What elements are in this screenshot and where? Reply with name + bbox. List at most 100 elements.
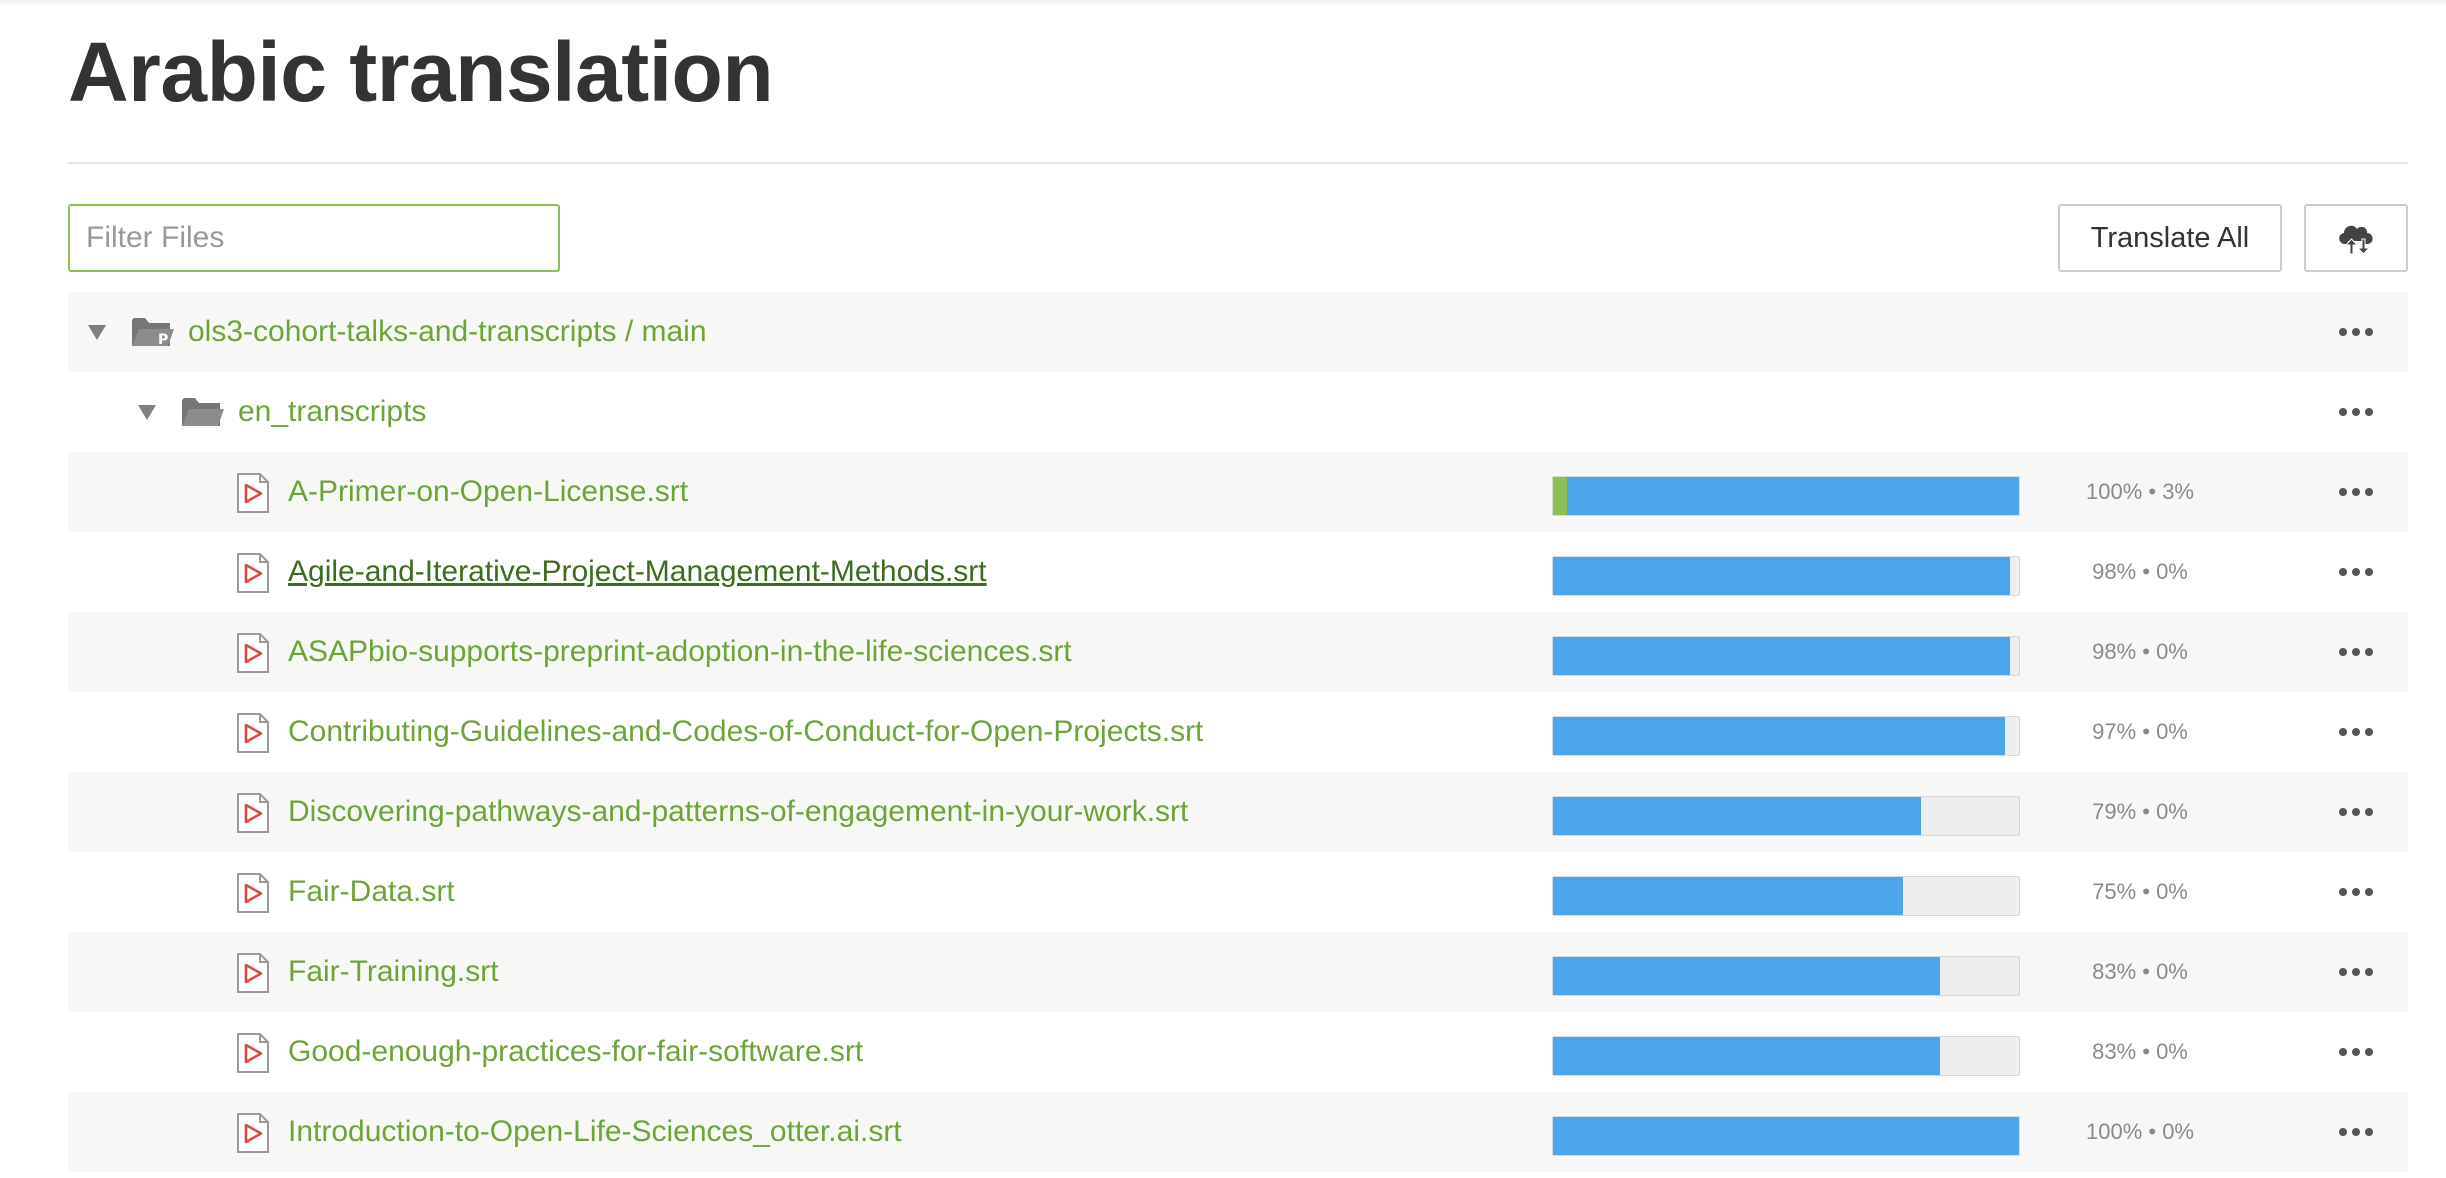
file-menu-button[interactable]	[2328, 452, 2384, 532]
file-row[interactable]: Introduction-to-Open-Life-Sciences_otter…	[68, 1092, 2408, 1172]
translation-progress-bar	[1552, 876, 2020, 916]
translation-progress-bar	[1552, 1116, 2020, 1156]
translated-progress-fill	[1553, 957, 1940, 995]
folder-open-icon	[182, 398, 224, 426]
more-dot-icon	[2365, 648, 2373, 656]
video-file-icon	[237, 1033, 269, 1073]
progress-stats: 100% • 0%	[2086, 1119, 2194, 1144]
more-dot-icon	[2339, 328, 2347, 336]
more-dot-icon	[2339, 888, 2347, 896]
file-name-link[interactable]: Fair-Training.srt	[288, 932, 499, 1012]
video-file-icon	[237, 633, 269, 673]
file-name-link[interactable]: ASAPbio-supports-preprint-adoption-in-th…	[288, 612, 1072, 692]
file-name-link[interactable]: Agile-and-Iterative-Project-Management-M…	[288, 532, 987, 612]
project-menu-button[interactable]	[2328, 292, 2384, 372]
file-row[interactable]: Discovering-pathways-and-patterns-of-eng…	[68, 772, 2408, 852]
translation-progress-bar	[1552, 1036, 2020, 1076]
file-row[interactable]: Agile-and-Iterative-Project-Management-M…	[68, 532, 2408, 612]
more-dot-icon	[2365, 328, 2373, 336]
collapse-toggle-icon[interactable]	[88, 325, 106, 340]
progress-stats: 98% • 0%	[2092, 559, 2188, 584]
more-dot-icon	[2365, 808, 2373, 816]
file-menu-button[interactable]	[2328, 692, 2384, 772]
translated-progress-fill	[1553, 1037, 1940, 1075]
more-dot-icon	[2352, 1048, 2360, 1056]
page-title: Arabic translation	[68, 25, 774, 119]
more-dot-icon	[2365, 1128, 2373, 1136]
file-name-link[interactable]: Introduction-to-Open-Life-Sciences_otter…	[288, 1092, 902, 1172]
top-shadow	[0, 0, 2446, 6]
project-name-link[interactable]: ols3-cohort-talks-and-transcripts / main	[188, 292, 707, 372]
translation-progress-bar	[1552, 636, 2020, 676]
file-tree: P ols3-cohort-talks-and-transcripts / ma…	[68, 292, 2408, 1172]
more-dot-icon	[2365, 408, 2373, 416]
file-menu-button[interactable]	[2328, 932, 2384, 1012]
more-dot-icon	[2339, 488, 2347, 496]
more-dot-icon	[2365, 488, 2373, 496]
file-name-link[interactable]: Contributing-Guidelines-and-Codes-of-Con…	[288, 692, 1203, 772]
file-row[interactable]: Good-enough-practices-for-fair-software.…	[68, 1012, 2408, 1092]
progress-stats: 79% • 0%	[2092, 799, 2188, 824]
progress-stats: 75% • 0%	[2092, 879, 2188, 904]
cloud-upload-download-icon	[2339, 225, 2373, 255]
file-name-link[interactable]: Good-enough-practices-for-fair-software.…	[288, 1012, 863, 1092]
file-row[interactable]: ASAPbio-supports-preprint-adoption-in-th…	[68, 612, 2408, 692]
more-dot-icon	[2352, 888, 2360, 896]
video-file-icon	[237, 793, 269, 833]
translated-progress-fill	[1553, 797, 1922, 835]
translated-progress-fill	[1553, 1117, 2019, 1155]
translated-progress-fill	[1553, 477, 2019, 515]
title-divider	[68, 162, 2408, 164]
more-dot-icon	[2339, 1048, 2347, 1056]
more-dot-icon	[2352, 808, 2360, 816]
translation-progress-bar	[1552, 956, 2020, 996]
progress-stats: 98% • 0%	[2092, 639, 2188, 664]
video-file-icon	[237, 553, 269, 593]
video-file-icon	[237, 953, 269, 993]
folder-menu-button[interactable]	[2328, 372, 2384, 452]
more-dot-icon	[2339, 728, 2347, 736]
more-dot-icon	[2365, 728, 2373, 736]
progress-stats: 97% • 0%	[2092, 719, 2188, 744]
video-file-icon	[237, 473, 269, 513]
more-dot-icon	[2339, 968, 2347, 976]
translation-progress-bar	[1552, 716, 2020, 756]
svg-text:P: P	[158, 332, 168, 348]
more-dot-icon	[2339, 648, 2347, 656]
approved-progress-fill	[1553, 477, 1567, 515]
more-dot-icon	[2352, 568, 2360, 576]
file-name-link[interactable]: A-Primer-on-Open-License.srt	[288, 452, 688, 532]
file-row[interactable]: Contributing-Guidelines-and-Codes-of-Con…	[68, 692, 2408, 772]
file-menu-button[interactable]	[2328, 852, 2384, 932]
folder-row[interactable]: en_transcripts	[68, 372, 2408, 452]
more-dot-icon	[2352, 328, 2360, 336]
more-dot-icon	[2352, 648, 2360, 656]
file-row[interactable]: Fair-Data.srt 75% • 0%	[68, 852, 2408, 932]
project-row[interactable]: P ols3-cohort-talks-and-transcripts / ma…	[68, 292, 2408, 372]
collapse-toggle-icon[interactable]	[138, 405, 156, 420]
filter-files-input[interactable]	[68, 204, 560, 272]
progress-stats: 100% • 3%	[2086, 479, 2194, 504]
translate-all-button[interactable]: Translate All	[2058, 204, 2282, 272]
file-row[interactable]: A-Primer-on-Open-License.srt 100% • 3%	[68, 452, 2408, 532]
file-menu-button[interactable]	[2328, 1092, 2384, 1172]
file-name-link[interactable]: Discovering-pathways-and-patterns-of-eng…	[288, 772, 1188, 852]
file-list: A-Primer-on-Open-License.srt 100% • 3% Agi…	[68, 452, 2408, 1172]
file-menu-button[interactable]	[2328, 612, 2384, 692]
more-dot-icon	[2339, 408, 2347, 416]
video-file-icon	[237, 1113, 269, 1153]
translation-progress-bar	[1552, 556, 2020, 596]
file-menu-button[interactable]	[2328, 772, 2384, 852]
sync-button[interactable]	[2304, 204, 2408, 272]
more-dot-icon	[2352, 408, 2360, 416]
file-row[interactable]: Fair-Training.srt 83% • 0%	[68, 932, 2408, 1012]
file-menu-button[interactable]	[2328, 1012, 2384, 1092]
folder-name-link[interactable]: en_transcripts	[238, 372, 426, 452]
translated-progress-fill	[1553, 877, 1903, 915]
more-dot-icon	[2365, 968, 2373, 976]
file-menu-button[interactable]	[2328, 532, 2384, 612]
more-dot-icon	[2352, 1128, 2360, 1136]
more-dot-icon	[2365, 888, 2373, 896]
file-name-link[interactable]: Fair-Data.srt	[288, 852, 455, 932]
more-dot-icon	[2339, 1128, 2347, 1136]
